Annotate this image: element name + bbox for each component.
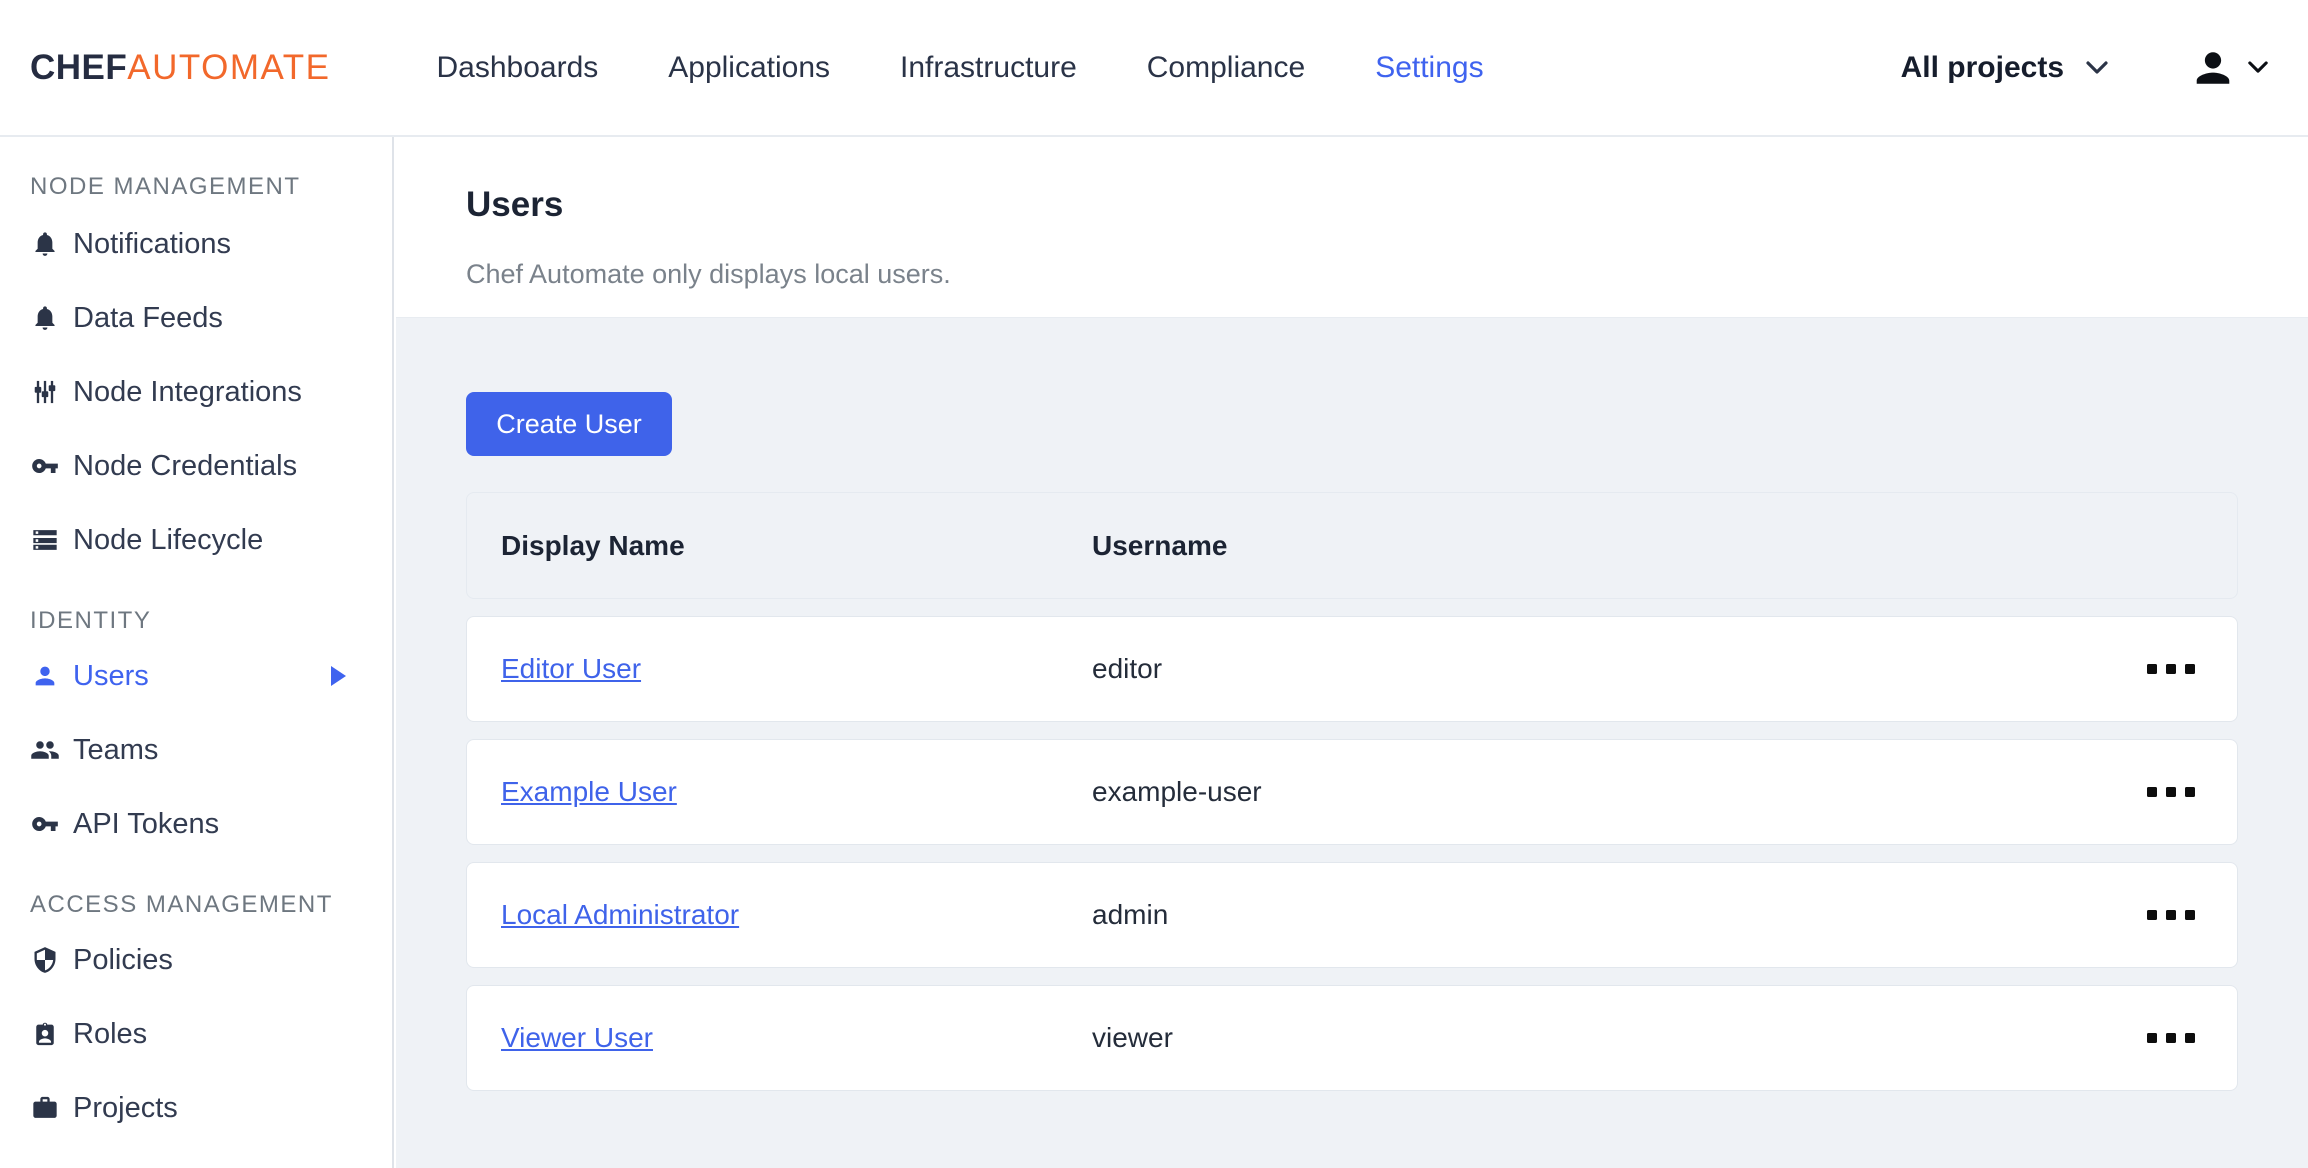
username-cell: admin	[1092, 899, 1169, 930]
table-row: Local Administrator admin	[466, 862, 2238, 968]
header-right: All projects	[1901, 45, 2308, 91]
projects-filter-dropdown[interactable]: All projects	[1901, 51, 2108, 85]
briefcase-icon	[30, 1093, 60, 1123]
row-menu-button[interactable]	[2145, 904, 2197, 926]
ellipsis-icon	[2147, 787, 2195, 797]
users-table-header: Display Name Username	[466, 492, 2238, 599]
nav-applications[interactable]: Applications	[668, 51, 830, 85]
chevron-down-icon	[2086, 60, 2108, 75]
row-menu-button[interactable]	[2145, 1027, 2197, 1049]
bell-icon	[30, 303, 60, 333]
user-link-admin[interactable]: Local Administrator	[501, 899, 739, 930]
sidebar-item-label: Users	[73, 659, 149, 692]
top-header: CHEFAUTOMATE Dashboards Applications Inf…	[0, 0, 2308, 137]
sidebar-item-label: Node Credentials	[73, 449, 298, 482]
username-cell: editor	[1092, 653, 1163, 684]
sidebar-item-label: Roles	[73, 1017, 148, 1050]
sliders-icon	[30, 377, 60, 407]
main-nav: Dashboards Applications Infrastructure C…	[437, 51, 1484, 85]
person-icon	[30, 661, 60, 691]
user-link-viewer[interactable]: Viewer User	[501, 1022, 653, 1053]
sidebar-item-projects[interactable]: Projects	[0, 1071, 392, 1145]
sidebar-item-label: Node Integrations	[73, 375, 302, 408]
user-link-example-user[interactable]: Example User	[501, 776, 677, 807]
page-title: Users	[466, 185, 564, 224]
user-link-editor[interactable]: Editor User	[501, 653, 641, 684]
sidebar-item-policies[interactable]: Policies	[0, 923, 392, 997]
users-table: Display Name Username Editor User editor…	[466, 492, 2238, 1091]
sidebar-item-api-tokens[interactable]: API Tokens	[0, 787, 392, 861]
sidebar-section-access-management: ACCESS MANAGEMENT	[30, 891, 333, 918]
username-cell: example-user	[1092, 776, 1262, 807]
sidebar-item-users[interactable]: Users	[0, 639, 392, 713]
nav-settings[interactable]: Settings	[1375, 51, 1483, 85]
column-header-username: Username	[1092, 529, 1228, 561]
bell-icon	[30, 229, 60, 259]
nav-compliance[interactable]: Compliance	[1147, 51, 1305, 85]
ellipsis-icon	[2147, 664, 2195, 674]
logo-automate-text: AUTOMATE	[127, 47, 331, 87]
sidebar-item-label: Projects	[73, 1091, 178, 1124]
shield-icon	[30, 945, 60, 975]
column-header-display-name: Display Name	[501, 529, 685, 561]
key-icon	[30, 451, 60, 481]
storage-icon	[30, 525, 60, 555]
ellipsis-icon	[2147, 1033, 2195, 1043]
sidebar-item-label: Node Lifecycle	[73, 523, 264, 556]
person-icon	[2190, 45, 2236, 91]
sidebar-item-node-lifecycle[interactable]: Node Lifecycle	[0, 503, 392, 577]
nav-dashboards[interactable]: Dashboards	[437, 51, 599, 85]
sidebar-section-identity: IDENTITY	[30, 607, 152, 634]
table-row: Example User example-user	[466, 739, 2238, 845]
sidebar-item-teams[interactable]: Teams	[0, 713, 392, 787]
row-menu-button[interactable]	[2145, 781, 2197, 803]
chevron-down-icon	[2248, 60, 2270, 75]
chef-automate-logo[interactable]: CHEFAUTOMATE	[30, 48, 331, 88]
sidebar-item-node-integrations[interactable]: Node Integrations	[0, 355, 392, 429]
sidebar-item-node-credentials[interactable]: Node Credentials	[0, 429, 392, 503]
sidebar-section-node-management: NODE MANAGEMENT	[30, 173, 301, 200]
username-cell: viewer	[1092, 1022, 1173, 1053]
group-icon	[30, 735, 60, 765]
sidebar-item-notifications[interactable]: Notifications	[0, 207, 392, 281]
sidebar-item-data-feeds[interactable]: Data Feeds	[0, 281, 392, 355]
create-user-button[interactable]: Create User	[466, 392, 672, 456]
key-icon	[30, 809, 60, 839]
sidebar-item-label: API Tokens	[73, 807, 220, 840]
badge-icon	[30, 1019, 60, 1049]
sidebar-item-label: Data Feeds	[73, 301, 223, 334]
table-row: Viewer User viewer	[466, 985, 2238, 1091]
main-content: Users Chef Automate only displays local …	[396, 137, 2308, 1168]
projects-filter-label: All projects	[1900, 50, 2064, 84]
sidebar-item-label: Teams	[73, 733, 159, 766]
sidebar-item-label: Notifications	[73, 227, 231, 260]
nav-infrastructure[interactable]: Infrastructure	[900, 51, 1077, 85]
users-panel: Create User Display Name Username Editor…	[396, 318, 2308, 1091]
row-menu-button[interactable]	[2145, 658, 2197, 680]
logo-chef-text: CHEF	[30, 47, 128, 87]
ellipsis-icon	[2147, 910, 2195, 920]
page-header: Users Chef Automate only displays local …	[396, 137, 2308, 318]
sidebar-item-label: Policies	[73, 943, 173, 976]
sidebar-item-roles[interactable]: Roles	[0, 997, 392, 1071]
settings-sidebar: NODE MANAGEMENT Notifications Data Feeds…	[0, 137, 394, 1168]
page-subtitle: Chef Automate only displays local users.	[466, 259, 951, 289]
submenu-arrow-icon	[331, 666, 346, 686]
user-menu[interactable]	[2190, 45, 2270, 91]
table-row: Editor User editor	[466, 616, 2238, 722]
